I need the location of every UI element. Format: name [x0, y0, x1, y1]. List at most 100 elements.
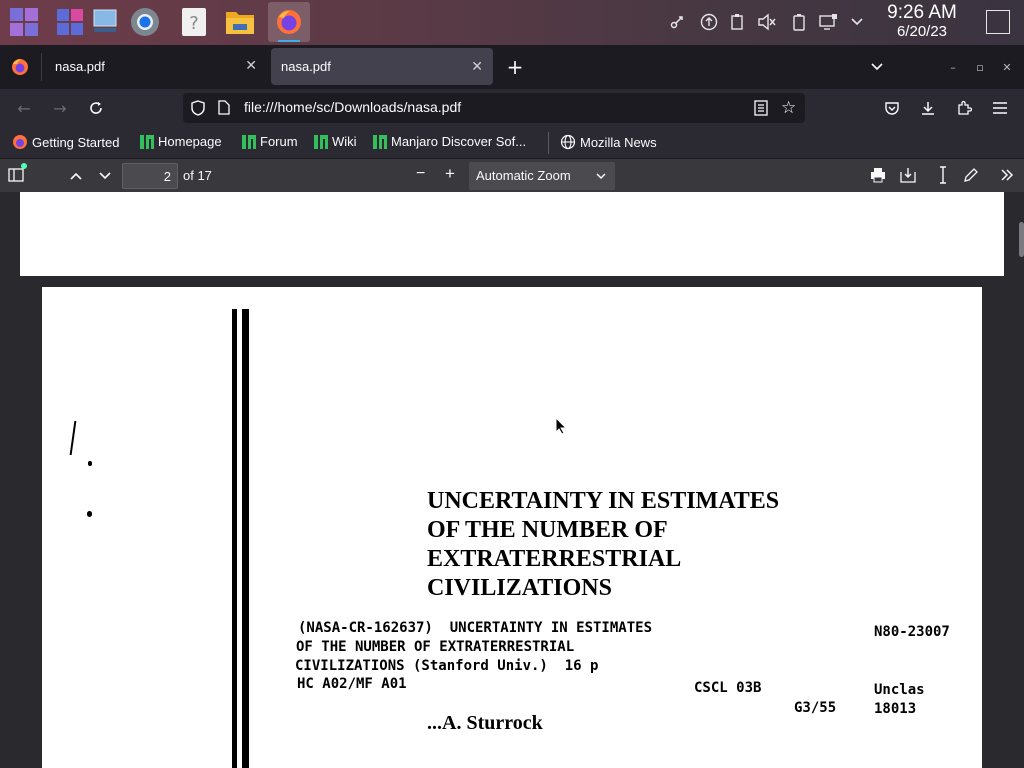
forward-arrow-icon[interactable]: → — [48, 96, 72, 120]
scrollbar-thumb[interactable] — [1019, 222, 1024, 257]
url-text[interactable]: file:///home/sc/Downloads/nasa.pdf — [244, 99, 461, 115]
zoom-in-icon[interactable]: + — [445, 164, 455, 184]
bookmark-label: Wiki — [332, 134, 357, 149]
document-title: UNCERTAINTY IN ESTIMATES OF THE NUMBER O… — [427, 487, 779, 603]
updates-icon[interactable] — [699, 12, 719, 32]
pdf-viewer-toolbar: 2 of 17 − + Automatic Zoom — [0, 158, 1024, 192]
clipboard-icon[interactable] — [728, 12, 748, 32]
chevron-down-icon — [596, 173, 606, 180]
list-all-tabs-chevron-icon[interactable] — [865, 55, 889, 79]
pocket-icon[interactable] — [880, 96, 904, 120]
bookmark-wiki[interactable]: Wiki — [314, 134, 357, 149]
navigation-toolbar: ← → file:///home/sc/Downloads/nasa.pdf ☆ — [0, 89, 1024, 128]
file-manager-icon[interactable] — [222, 4, 258, 40]
text-cursor-icon[interactable] — [937, 166, 949, 187]
desktop-icon[interactable] — [88, 4, 124, 40]
title-line: UNCERTAINTY IN ESTIMATES — [427, 488, 780, 514]
bookmark-homepage[interactable]: Homepage — [140, 134, 222, 149]
window-switcher-icon[interactable] — [52, 4, 88, 40]
pdf-page-1 — [20, 192, 1004, 276]
doc-number: 18013 — [874, 701, 917, 717]
minimize-icon[interactable]: – — [941, 55, 965, 79]
bookmark-label: Forum — [260, 134, 298, 149]
scan-mark — [69, 421, 78, 455]
volume-muted-icon[interactable] — [757, 12, 777, 32]
bookmark-star-icon[interactable]: ☆ — [781, 98, 796, 118]
new-tab-plus-icon[interactable]: + — [503, 55, 527, 79]
firefox-icon — [13, 135, 27, 149]
network-icon[interactable] — [818, 12, 838, 32]
bookmark-label: Getting Started — [32, 134, 120, 150]
downloads-icon[interactable] — [916, 96, 940, 120]
tab-nasa-pdf-1[interactable]: nasa.pdf ✕ — [45, 45, 267, 88]
maximize-icon[interactable]: ▫ — [968, 55, 992, 79]
chromium-icon[interactable] — [127, 4, 163, 40]
firefox-taskbar-icon[interactable] — [268, 2, 310, 42]
clock-time[interactable]: 9:26 AM — [880, 2, 964, 24]
scan-mark — [87, 511, 92, 517]
scan-mark — [88, 461, 92, 466]
svg-text:?: ? — [189, 13, 199, 34]
accession-number: N80-23007 — [874, 624, 950, 640]
pdf-viewer-area[interactable]: UNCERTAINTY IN ESTIMATES OF THE NUMBER O… — [0, 192, 1024, 768]
reader-view-icon[interactable] — [754, 100, 768, 119]
bookmarks-toolbar: Getting Started Homepage Forum Wiki Manj… — [0, 128, 1024, 158]
pdf-page-2: UNCERTAINTY IN ESTIMATES OF THE NUMBER O… — [42, 287, 982, 768]
bookmark-label: Mozilla News — [580, 134, 657, 150]
tab-nasa-pdf-2[interactable]: nasa.pdf ✕ — [271, 48, 493, 85]
close-icon[interactable]: ✕ — [245, 57, 257, 74]
next-page-icon[interactable] — [98, 169, 112, 184]
cscl-code: CSCL 03B — [694, 680, 762, 696]
catalog-line: (NASA-CR-162637) UNCERTAINTY IN ESTIMATE… — [298, 620, 653, 636]
catalog-line: OF THE NUMBER OF EXTRATERRESTRIAL — [296, 639, 575, 655]
mouse-pointer-icon — [555, 416, 568, 439]
extensions-icon[interactable] — [952, 96, 976, 120]
chevron-down-icon[interactable] — [847, 12, 867, 32]
bookmark-label: Homepage — [158, 134, 222, 149]
previous-page-icon[interactable] — [69, 169, 83, 184]
title-line: EXTRATERRESTRIAL — [427, 546, 682, 572]
battery-icon[interactable] — [789, 12, 809, 32]
bookmark-mozilla-news[interactable]: Mozilla News — [560, 134, 657, 150]
shield-icon[interactable] — [191, 100, 205, 119]
help-icon[interactable]: ? — [176, 4, 212, 40]
catalog-line: HC A02/MF A01 — [297, 676, 407, 692]
app-launcher-icon[interactable] — [6, 4, 42, 40]
bookmark-label: Manjaro Discover Sof... — [391, 134, 527, 149]
zoom-out-icon[interactable]: − — [416, 165, 425, 183]
manjaro-icon — [242, 134, 256, 149]
tab-label: nasa.pdf — [55, 59, 105, 74]
kde-connect-icon[interactable] — [668, 12, 688, 32]
page-number-input[interactable]: 2 — [122, 163, 178, 189]
zoom-value: Automatic Zoom — [476, 168, 571, 183]
globe-icon — [560, 134, 576, 150]
page-icon[interactable] — [218, 100, 230, 118]
margin-rule — [232, 309, 237, 768]
title-line: CIVILIZATIONS — [427, 575, 612, 601]
print-icon[interactable] — [870, 167, 886, 186]
hamburger-menu-icon[interactable] — [988, 96, 1012, 120]
bookmark-manjaro-discover[interactable]: Manjaro Discover Sof... — [373, 134, 526, 149]
group-code: G3/55 — [794, 700, 837, 716]
manjaro-icon — [373, 134, 387, 149]
show-desktop-icon[interactable] — [986, 10, 1010, 34]
bookmark-forum[interactable]: Forum — [242, 134, 298, 149]
bookmark-getting-started[interactable]: Getting Started — [12, 134, 119, 150]
sidebar-toggle-icon[interactable] — [8, 163, 27, 185]
url-bar[interactable]: file:///home/sc/Downloads/nasa.pdf ☆ — [183, 93, 805, 123]
double-chevron-right-icon[interactable] — [1000, 168, 1014, 185]
reload-icon[interactable] — [84, 96, 108, 120]
browser-tab-bar: nasa.pdf ✕ nasa.pdf ✕ + – ▫ ✕ — [0, 45, 1024, 89]
zoom-select[interactable]: Automatic Zoom — [469, 162, 615, 190]
firefox-view-icon[interactable] — [11, 58, 29, 80]
bookmark-separator — [548, 132, 549, 154]
clock-date[interactable]: 6/20/23 — [880, 23, 964, 40]
margin-rule — [242, 309, 249, 768]
close-icon[interactable]: ✕ — [471, 58, 483, 75]
catalog-line: CIVILIZATIONS (Stanford Univ.) 16 p — [295, 658, 599, 674]
window-close-icon[interactable]: ✕ — [995, 55, 1019, 79]
back-arrow-icon[interactable]: ← — [12, 96, 36, 120]
draw-pen-icon[interactable] — [963, 167, 979, 186]
save-download-icon[interactable] — [900, 167, 916, 186]
page-count: of 17 — [183, 168, 212, 183]
